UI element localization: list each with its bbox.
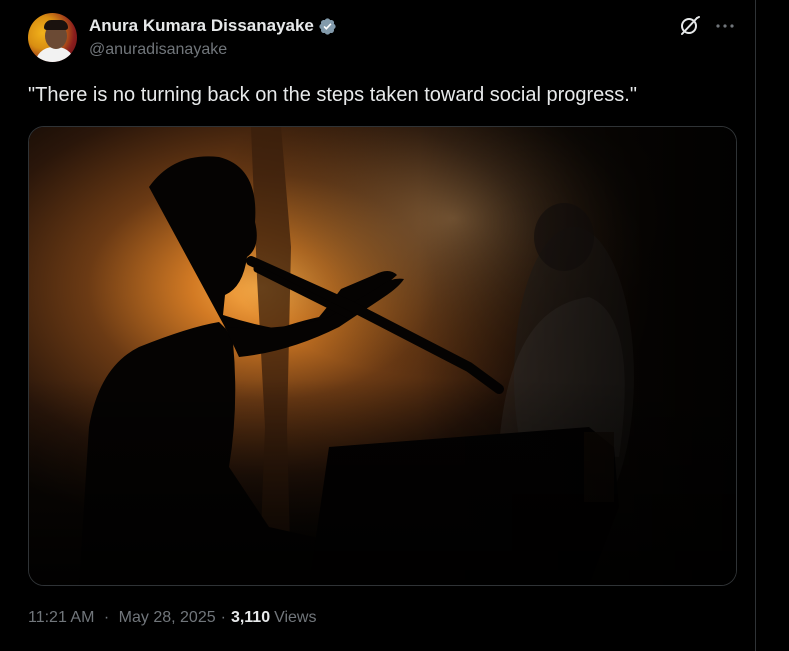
avatar[interactable] (28, 13, 77, 62)
more-dots-icon[interactable] (713, 14, 737, 38)
tweet-date: May 28, 2025 (118, 609, 216, 626)
tweet-time: 11:21 AM (28, 609, 95, 626)
tweet-meta: 11:21 AM · May 28, 2025 · 3,110 Views (28, 609, 316, 627)
author-name-row: Anura Kumara Dissanayake (89, 15, 337, 37)
meta-separator: · (103, 609, 110, 626)
views-label: Views (274, 609, 317, 626)
avatar-shirt (35, 47, 75, 62)
grok-icon[interactable] (678, 14, 702, 38)
avatar-hair (44, 20, 68, 30)
tweet-card: Anura Kumara Dissanayake @anuradisanayak… (0, 0, 756, 651)
meta-separator: · (220, 609, 226, 626)
tweet-text: "There is no turning back on the steps t… (28, 84, 637, 106)
views-count[interactable]: 3,110 (231, 609, 270, 627)
author-handle[interactable]: @anuradisanayake (89, 41, 227, 59)
tweet-timestamp-link[interactable]: 11:21 AM · May 28, 2025 (28, 609, 216, 627)
verified-badge-icon[interactable] (318, 17, 337, 36)
author-display-name[interactable]: Anura Kumara Dissanayake (89, 16, 314, 36)
photo-silhouette-speaker-at-podium (29, 127, 736, 585)
tweet-photo[interactable] (28, 126, 737, 586)
